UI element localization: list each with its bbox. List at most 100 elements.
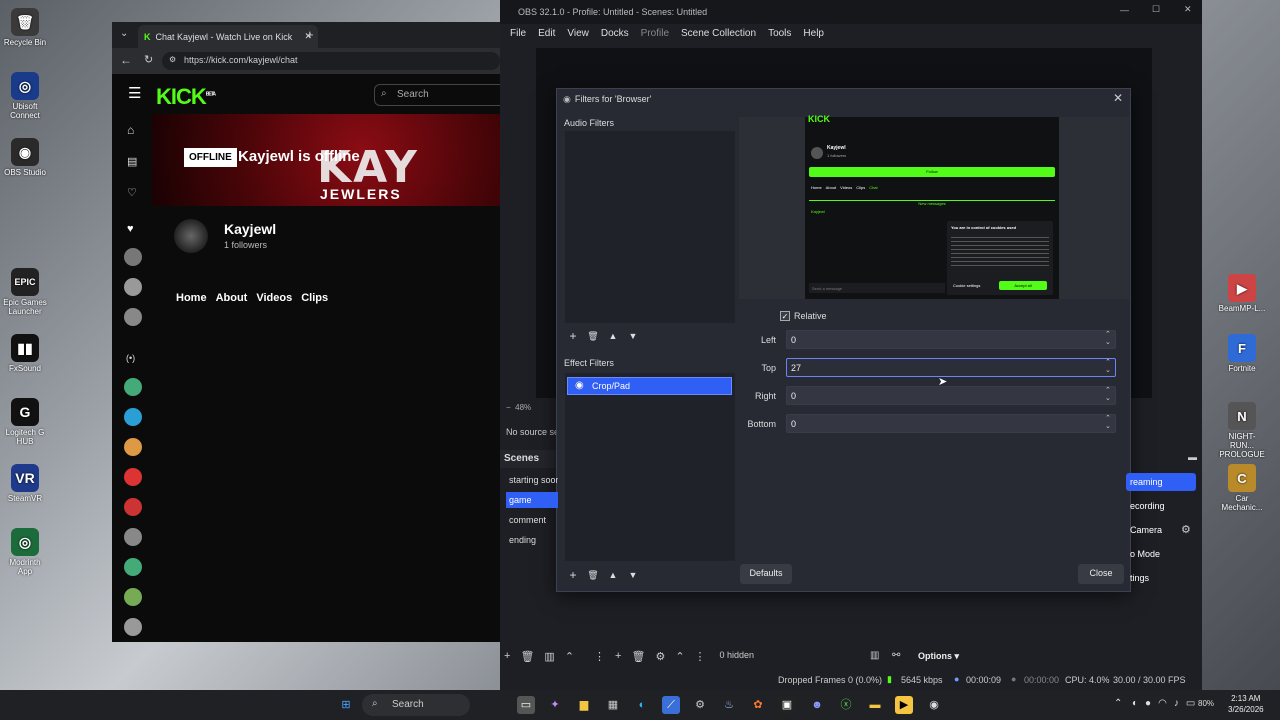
following-icon[interactable]: ♡ (127, 186, 137, 199)
desktop-icon[interactable]: ◉ OBS Studio (2, 138, 48, 177)
folder-icon[interactable]: ▬ (866, 696, 884, 714)
favorite-icon[interactable]: ♥ (127, 223, 134, 235)
sidebar-channel-avatar[interactable] (124, 528, 142, 546)
move-down-effect-filter-icon[interactable]: ▼ (625, 567, 641, 583)
sidebar-channel-avatar[interactable] (124, 618, 142, 636)
nav-home[interactable]: Home (176, 292, 207, 304)
add-effect-filter-icon[interactable]: + (565, 567, 581, 583)
wifi-icon[interactable]: ◠ (1158, 698, 1167, 709)
audio-filters-list[interactable] (565, 131, 735, 323)
discord-icon[interactable]: ☻ (808, 696, 826, 714)
remove-audio-filter-icon[interactable]: 🗑 (585, 328, 601, 344)
sidebar-channel-avatar[interactable] (124, 308, 142, 326)
mixer-layout-icon[interactable]: ▥ (870, 650, 879, 661)
desktop-icon[interactable]: EPIC Epic Games Launcher (2, 268, 48, 316)
source-more-icon[interactable]: ⋮ (695, 650, 706, 666)
tray-app-icon[interactable]: ◐ (1132, 698, 1138, 709)
bottom-spin-arrows[interactable]: ⌃ ⌄ (1105, 415, 1111, 431)
clock[interactable]: 2:13 AM 3/26/2026 (1228, 693, 1264, 715)
task-view-icon[interactable]: ▭ (517, 696, 535, 714)
top-spinbox[interactable]: 27 (786, 358, 1116, 377)
browser-tab[interactable]: K Chat Kayjewl - Watch Live on Kick ✕ (138, 25, 318, 48)
sidebar-channel-avatar[interactable] (124, 408, 142, 426)
sidebar-channel-avatar[interactable] (124, 588, 142, 606)
scene-filters-icon[interactable]: ▥ (544, 650, 554, 666)
controls-button[interactable]: tings (1126, 569, 1196, 587)
desktop-icon[interactable]: ▮▮ FxSound (2, 334, 48, 373)
left-spin-arrows[interactable]: ⌃ ⌄ (1105, 331, 1111, 347)
controls-button[interactable]: ecording (1126, 497, 1196, 515)
sidebar-channel-avatar[interactable] (124, 558, 142, 576)
effect-filter-crop-pad[interactable]: ◉ Crop/Pad (567, 377, 732, 395)
back-icon[interactable]: ← (120, 53, 132, 67)
relative-checkbox[interactable]: ✓ (780, 311, 790, 321)
desktop-icon[interactable]: C Car Mechanic... (1218, 464, 1266, 512)
source-up-icon[interactable]: ⌃ (675, 650, 684, 666)
menu-tools[interactable]: Tools (768, 24, 791, 42)
sidebar-channel-avatar[interactable] (124, 498, 142, 516)
visual-studio-icon[interactable]: ⟋ (662, 696, 680, 714)
minimize-icon[interactable]: — (1120, 5, 1129, 15)
scene-item[interactable]: ending (506, 532, 558, 548)
desktop-icon[interactable]: N NIGHT-RUN... PROLOGUE (1218, 402, 1266, 459)
top-spin-arrows[interactable]: ⌃ ⌄ (1105, 359, 1111, 375)
nav-videos[interactable]: Videos (256, 292, 292, 304)
url-field[interactable]: ⚙ https://kick.com/kayjewl/chat (162, 52, 500, 70)
menu-profile[interactable]: Profile (641, 24, 669, 42)
reload-icon[interactable]: ↻ (144, 53, 153, 66)
app-icon[interactable]: ✿ (749, 696, 767, 714)
controls-button[interactable]: reaming (1126, 473, 1196, 491)
move-up-effect-filter-icon[interactable]: ▲ (605, 567, 621, 583)
add-source-icon[interactable]: + (615, 650, 621, 666)
source-props-icon[interactable]: ⚙ (655, 650, 665, 666)
desktop-icon[interactable]: ◎ Ubisoft Connect (2, 72, 48, 120)
sticky-app-icon[interactable]: ▶ (895, 696, 913, 714)
left-spinbox[interactable]: 0 (786, 330, 1116, 349)
maximize-icon[interactable]: ☐ (1152, 4, 1160, 15)
desktop-icon[interactable]: 🗑 Recycle Bin (2, 8, 48, 47)
desktop-icon[interactable]: G Logitech G HUB (2, 398, 48, 446)
remove-scene-icon[interactable]: 🗑 (520, 650, 534, 666)
dialog-close-icon[interactable]: ✕ (1113, 91, 1123, 105)
scene-item[interactable]: game (506, 492, 558, 508)
obs-taskbar-icon[interactable]: ◉ (925, 696, 943, 714)
kick-logo[interactable]: KICKBETA (156, 84, 216, 110)
menu-view[interactable]: View (567, 24, 589, 42)
game-app-icon[interactable]: ▣ (778, 696, 796, 714)
bottom-spinbox[interactable]: 0 (786, 414, 1116, 433)
effect-filters-list[interactable] (565, 373, 735, 561)
move-up-audio-filter-icon[interactable]: ▲ (605, 328, 621, 344)
close-window-icon[interactable]: ✕ (1184, 4, 1192, 15)
home-icon[interactable]: ⌂ (127, 123, 134, 137)
right-spinbox[interactable]: 0 (786, 386, 1116, 405)
desktop-icon[interactable]: VR SteamVR (2, 464, 48, 503)
sidebar-channel-avatar[interactable] (124, 468, 142, 486)
channel-avatar[interactable] (174, 219, 208, 253)
right-spin-arrows[interactable]: ⌃ ⌄ (1105, 387, 1111, 403)
battery-icon[interactable]: ▭ (1186, 698, 1195, 709)
channel-name[interactable]: Kayjewl (224, 221, 276, 237)
sidebar-channel-avatar[interactable] (124, 438, 142, 456)
settings-icon[interactable]: ⚙ (691, 696, 709, 714)
volume-icon[interactable]: ♪ (1174, 698, 1179, 709)
visibility-eye-icon[interactable]: ◉ (575, 380, 584, 391)
menu-docks[interactable]: Docks (601, 24, 629, 42)
new-tab-icon[interactable]: + (306, 27, 314, 42)
menu-edit[interactable]: Edit (538, 24, 555, 42)
controls-button[interactable]: Camera (1126, 521, 1196, 539)
sidebar-channel-avatar[interactable] (124, 248, 142, 266)
move-down-audio-filter-icon[interactable]: ▼ (625, 328, 641, 344)
kick-search-input[interactable]: ⌕ Search (374, 84, 504, 106)
scene-item[interactable]: starting soon (506, 472, 558, 488)
scene-item[interactable]: comment (506, 512, 558, 528)
tray-chevron-icon[interactable]: ⌃ (1114, 698, 1122, 709)
copilot-icon[interactable]: ✦ (546, 696, 564, 714)
browse-icon[interactable]: ▤ (127, 155, 137, 168)
nav-clips[interactable]: Clips (301, 292, 328, 304)
steam-icon[interactable]: ♨ (720, 696, 738, 714)
close-button[interactable]: Close (1078, 564, 1124, 584)
move-up-icon[interactable]: ⌃ (565, 650, 574, 666)
taskbar-search[interactable]: ⌕ Search (362, 694, 470, 716)
sidebar-channel-avatar[interactable] (124, 378, 142, 396)
defaults-button[interactable]: Defaults (740, 564, 792, 584)
